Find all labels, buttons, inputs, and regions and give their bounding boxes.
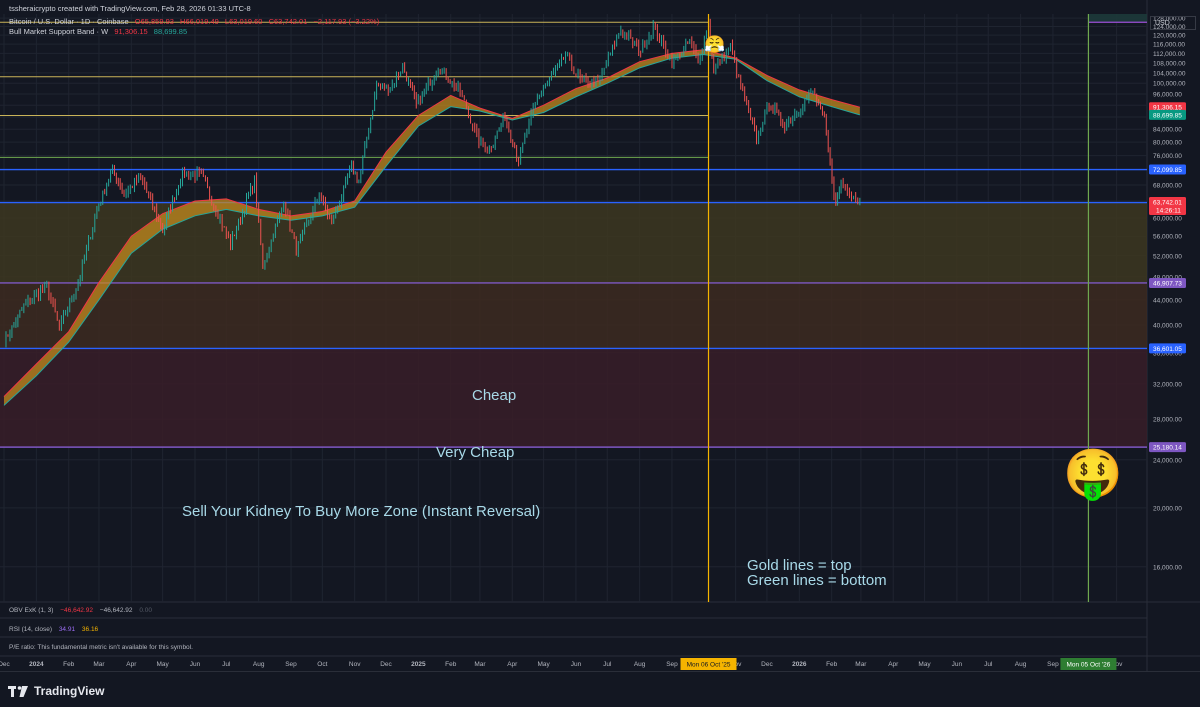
- indicator-value-lower: 88,699.85: [153, 27, 188, 36]
- time-tick-label: Apr: [126, 661, 137, 668]
- ohlc-close: C63,742.01: [268, 17, 308, 26]
- price-tick-label: 68,000.00: [1153, 182, 1182, 189]
- price-tick-label: 96,000.00: [1153, 91, 1182, 98]
- time-cursor-label: Mon 05 Oct '26: [1066, 662, 1110, 669]
- time-tick-label: Apr: [888, 661, 899, 668]
- price-tick-label: 44,000.00: [1153, 297, 1182, 304]
- chart-credit: tssheraicrypto created with TradingView.…: [9, 4, 251, 13]
- ohlc-low: L63,019.60: [224, 17, 263, 26]
- price-tag-label: 63,742.01: [1153, 200, 1182, 207]
- zone-label-kidney: Sell Your Kidney To Buy More Zone (Insta…: [182, 503, 541, 520]
- price-tick-label: 16,000.00: [1153, 564, 1182, 571]
- footer-bar: [0, 671, 1200, 707]
- indicator-legend[interactable]: Bull Market Support Band · W 91,306.15 8…: [9, 27, 191, 37]
- price-tick-label: 80,000.00: [1153, 140, 1182, 147]
- price-tick-label: 52,000.00: [1153, 253, 1182, 260]
- symbol-legend[interactable]: Bitcoin / U.S. Dollar · 1D · Coinbase O6…: [9, 17, 383, 27]
- time-tick-label: 2025: [411, 661, 426, 668]
- price-tick-label: 60,000.00: [1153, 216, 1182, 223]
- time-tick-label: Mar: [93, 661, 105, 668]
- time-tick-label: Jul: [603, 661, 612, 668]
- time-tick-label: May: [918, 661, 931, 668]
- time-tick-label: Dec: [0, 661, 11, 668]
- price-tag-countdown: 14:26:11: [1156, 208, 1181, 215]
- time-tick-label: Jun: [571, 661, 582, 668]
- price-tick-label: 76,000.00: [1153, 153, 1182, 160]
- rsi-value-1: 34.91: [58, 626, 76, 633]
- price-tick-label: 24,000.00: [1153, 457, 1182, 464]
- time-tick-label: Sep: [666, 661, 678, 668]
- pe-legend: P/E ratio: This fundamental metric isn't…: [9, 644, 193, 651]
- indicator-value-upper: 91,306.15: [114, 27, 148, 36]
- zone-rect: [0, 348, 1147, 448]
- zone-rect: [0, 282, 1147, 349]
- price-tick-label: 108,000.00: [1153, 60, 1186, 67]
- steam-face-icon: 😤: [704, 35, 726, 55]
- time-tick-label: Dec: [380, 661, 392, 668]
- time-tick-label: Aug: [253, 661, 265, 668]
- obv-value-2: −46,642.92: [99, 607, 133, 614]
- currency-label[interactable]: USD: [1150, 16, 1196, 30]
- time-tick-label: Jul: [984, 661, 993, 668]
- time-tick-label: Jul: [222, 661, 231, 668]
- obv-value-1: −46,642.92: [60, 607, 93, 614]
- time-tick-label: Feb: [826, 661, 838, 668]
- ohlc-open: O65,859.93: [134, 17, 174, 26]
- ohlc-change: −2,117.93 (−3.22%): [313, 17, 380, 26]
- price-tick-label: 56,000.00: [1153, 234, 1182, 241]
- legend-note-green: Green lines = bottom: [747, 572, 887, 589]
- money-face-icon: 🤑: [1063, 446, 1123, 502]
- price-tick-label: 104,000.00: [1153, 70, 1186, 77]
- price-tick-label: 120,000.00: [1153, 33, 1186, 40]
- time-tick-label: Apr: [507, 661, 518, 668]
- tradingview-logo-icon: [8, 685, 28, 697]
- time-tick-label: Feb: [445, 661, 457, 668]
- price-tick-label: 28,000.00: [1153, 417, 1182, 424]
- price-tick-label: 116,000.00: [1153, 42, 1185, 49]
- symbol-name: Bitcoin / U.S. Dollar · 1D · Coinbase: [9, 17, 129, 26]
- indicator-name: Bull Market Support Band · W: [9, 27, 109, 36]
- time-tick-label: Oct: [317, 661, 327, 668]
- tradingview-logo[interactable]: TradingView: [8, 684, 104, 698]
- price-tag-label: 72,099.85: [1153, 167, 1182, 174]
- price-tick-label: 40,000.00: [1153, 322, 1182, 329]
- rsi-name: RSI (14, close): [9, 626, 52, 633]
- price-tick-label: 84,000.00: [1153, 127, 1182, 134]
- rsi-value-2: 36.16: [81, 626, 99, 633]
- rsi-legend[interactable]: RSI (14, close) 34.91 36.16: [9, 626, 103, 633]
- time-tick-label: 2024: [29, 661, 44, 668]
- time-tick-label: 2026: [792, 661, 807, 668]
- price-tag-label: 88,699.85: [1153, 112, 1182, 119]
- zone-label-very-cheap: Very Cheap: [436, 444, 515, 461]
- time-tick-label: May: [537, 661, 550, 668]
- time-tick-label: Feb: [63, 661, 75, 668]
- time-tick-label: Dec: [761, 661, 773, 668]
- price-tick-label: 32,000.00: [1153, 381, 1182, 388]
- time-tick-label: Mar: [474, 661, 486, 668]
- price-tick-label: 112,000.00: [1153, 51, 1185, 58]
- obv-name: OBV ExK (1, 3): [9, 607, 54, 614]
- time-tick-label: May: [157, 661, 170, 668]
- time-tick-label: Jun: [190, 661, 201, 668]
- time-tick-label: Sep: [285, 661, 297, 668]
- price-tag-label: 25,180.14: [1153, 445, 1182, 452]
- price-tick-label: 20,000.00: [1153, 505, 1182, 512]
- tradingview-logo-text: TradingView: [34, 684, 105, 698]
- projection-box: [1088, 14, 1147, 23]
- price-tag-label: 46,907.73: [1153, 280, 1182, 287]
- time-tick-label: Mar: [855, 661, 867, 668]
- ohlc-high: H66,019.49: [180, 17, 219, 26]
- price-tick-label: 100,000.00: [1153, 81, 1186, 88]
- time-tick-label: Jun: [952, 661, 963, 668]
- time-tick-label: Aug: [634, 661, 646, 668]
- obv-legend[interactable]: OBV ExK (1, 3) −46,642.92 −46,642.92 0.0…: [9, 607, 157, 614]
- time-tick-label: Nov: [349, 661, 361, 668]
- time-tick-label: Aug: [1015, 661, 1027, 668]
- zone-label-cheap: Cheap: [472, 387, 517, 404]
- price-chart[interactable]: 16,000.00 20,000.00 24,000.00 28,000.00 32,0…: [0, 0, 1200, 706]
- time-cursor-label: Mon 06 Oct '25: [687, 662, 731, 669]
- time-tick-label: Sep: [1047, 661, 1059, 668]
- price-tag-label: 36,601.05: [1153, 346, 1182, 353]
- obv-value-3: 0.00: [139, 607, 152, 614]
